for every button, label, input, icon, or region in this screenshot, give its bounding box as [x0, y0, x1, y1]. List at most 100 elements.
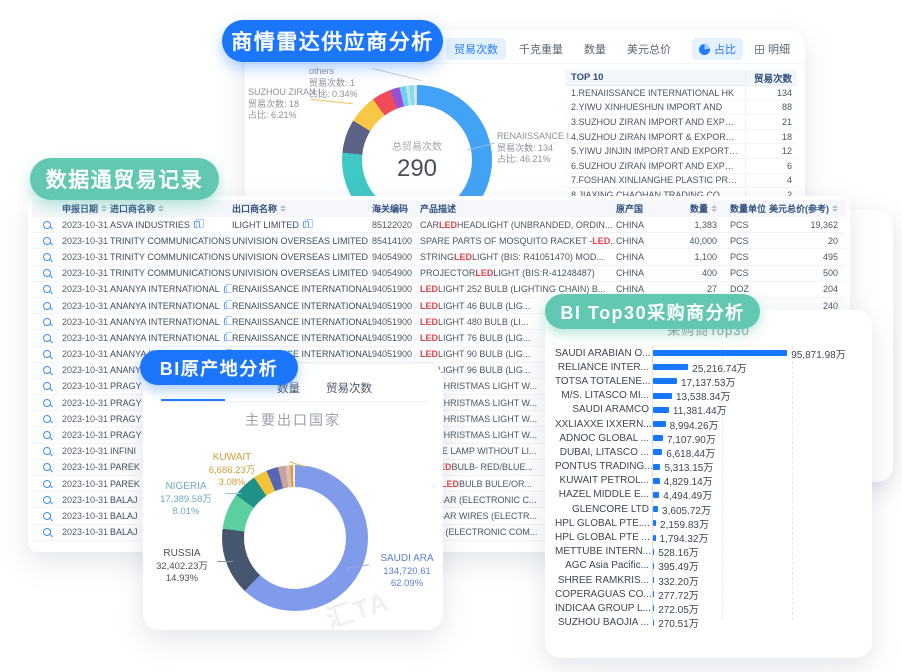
column-header-c2[interactable]: 进口商名称 — [110, 200, 232, 217]
bar-value: 270.51万 — [658, 615, 699, 630]
row-detail-search-icon[interactable] — [43, 463, 51, 471]
tab-trade-count[interactable]: 贸易次数 — [446, 38, 506, 60]
cell-importer: ANANYA INTERNATIONAL — [110, 298, 232, 313]
table-row[interactable]: 2023-10-31ASVA INDUSTRIESILIGHT LIMITED8… — [32, 217, 846, 233]
table-row[interactable]: 2023-10-31TRINITY COMMUNICATIONSUNIVISIO… — [32, 233, 846, 249]
copy-icon[interactable] — [224, 318, 227, 325]
table-row[interactable]: 2023-10-31TRINITY COMMUNICATIONSUNIVISIO… — [32, 249, 846, 265]
row-detail-search-icon[interactable] — [43, 285, 51, 293]
cell-origin-country: CHINA — [616, 249, 662, 264]
bar[interactable] — [653, 492, 659, 498]
column-header-c3[interactable]: 出口商名称 — [232, 200, 372, 217]
bar[interactable] — [653, 407, 669, 413]
bar-row: METTUBE INTERN...528.16万 — [555, 545, 864, 559]
sort-icon[interactable] — [711, 205, 717, 212]
row-detail-search-icon[interactable] — [43, 382, 51, 390]
origin-analysis-panel: 数量 贸易次数 主要出口国家 KUWAIT 6,686.23万 3.08% NI… — [143, 364, 443, 630]
copy-icon[interactable] — [224, 334, 227, 341]
bar[interactable] — [653, 577, 654, 583]
bar[interactable] — [653, 464, 660, 470]
tab-quantity[interactable]: 数量 — [576, 38, 614, 60]
bar-row: HPL GLOBAL PTE ...1,794.32万 — [555, 530, 864, 544]
row-detail-search-icon[interactable] — [43, 496, 51, 504]
bar-value: 528.16万 — [658, 544, 699, 559]
bar[interactable] — [653, 506, 658, 512]
row-detail-search-icon[interactable] — [43, 512, 51, 520]
bar[interactable] — [653, 549, 654, 555]
trade-table-header: 申报日期进口商名称出口商名称海关编码产品描述原产国数量数量单位美元总价(参考) — [32, 200, 846, 217]
copy-icon[interactable] — [303, 221, 309, 228]
bar[interactable] — [653, 449, 662, 455]
column-header-c7[interactable]: 数量 — [662, 200, 722, 217]
badge-origin-analysis: BI原产地分析 — [140, 350, 298, 385]
bar[interactable] — [653, 393, 672, 399]
row-detail-search-icon[interactable] — [43, 399, 51, 407]
tab-kg-weight[interactable]: 千克重量 — [511, 38, 571, 60]
tab-detail[interactable]: 明细 — [748, 38, 797, 60]
row-detail-search-icon[interactable] — [43, 415, 51, 423]
bar[interactable] — [653, 378, 677, 384]
origin-tab-trade-count[interactable]: 贸易次数 — [326, 376, 372, 401]
column-header-c1[interactable]: 申报日期 — [62, 200, 110, 217]
bar[interactable] — [653, 605, 654, 611]
bar[interactable] — [653, 364, 688, 370]
top10-row-name: 4.SUZHOU ZIRAN IMPORT & EXPORT CO.LTD — [565, 132, 745, 142]
row-detail-search-icon[interactable] — [43, 350, 51, 358]
cell-importer: TRINITY COMMUNICATIONS — [110, 233, 232, 248]
sort-icon[interactable] — [101, 205, 107, 212]
copy-icon[interactable] — [224, 286, 227, 293]
bar[interactable] — [653, 591, 654, 597]
cell-exporter: UNIVISION OVERSEAS LIMITED — [232, 266, 372, 281]
row-detail-search-icon[interactable] — [43, 221, 51, 229]
pie-icon — [699, 44, 710, 55]
bar[interactable] — [653, 478, 660, 484]
tab-proportion[interactable]: 占比 — [692, 38, 743, 60]
copy-icon[interactable] — [194, 221, 200, 228]
top30-chart: SAUDI ARABIAN O...95,871.98万RELIANCE INT… — [555, 346, 864, 644]
bar[interactable] — [653, 563, 654, 569]
column-header-c4: 海关编码 — [372, 200, 420, 217]
row-detail-search-icon[interactable] — [43, 302, 51, 310]
sort-icon[interactable] — [832, 205, 838, 212]
row-detail-search-icon[interactable] — [43, 253, 51, 261]
sort-icon[interactable] — [158, 205, 164, 212]
cell-unit: PCS — [722, 217, 767, 232]
donut-center-label: 总贸易次数 — [392, 138, 442, 153]
cell-importer: ANANYA INTERNATIONAL — [110, 282, 232, 297]
bar-label: KUWAIT PETROL... — [555, 475, 652, 486]
row-detail-search-icon[interactable] — [43, 431, 51, 439]
row-detail-search-icon[interactable] — [43, 269, 51, 277]
bar[interactable] — [653, 421, 666, 427]
cell-exporter: RENAIISSANCE INTERNATIONAL HK — [232, 314, 372, 329]
bar[interactable] — [653, 350, 787, 356]
bar-label: HPL GLOBAL PTE ... — [555, 532, 652, 543]
cell-date: 2023-10-31 — [62, 492, 110, 507]
bar[interactable] — [653, 620, 654, 626]
column-header-c5: 产品描述 — [420, 200, 616, 217]
bar-label: SAUDI ARABIAN O... — [555, 348, 652, 359]
copy-icon[interactable] — [224, 302, 227, 309]
cell-unit: PCS — [722, 249, 767, 264]
row-detail-search-icon[interactable] — [43, 480, 51, 488]
row-detail-search-icon[interactable] — [43, 528, 51, 536]
row-detail-search-icon[interactable] — [43, 334, 51, 342]
cell-product: SPARE PARTS OF MOSQUITO RACKET - LED ... — [420, 233, 616, 248]
bar[interactable] — [653, 435, 663, 441]
cell-hs-code: 85414100 — [372, 233, 420, 248]
row-detail-search-icon[interactable] — [43, 366, 51, 374]
row-detail-search-icon[interactable] — [43, 318, 51, 326]
header-search-column — [32, 200, 62, 217]
tab-usd-total[interactable]: 美元总价 — [619, 38, 679, 60]
table-row[interactable]: 2023-10-31TRINITY COMMUNICATIONSUNIVISIO… — [32, 266, 846, 282]
sort-icon[interactable] — [280, 205, 286, 212]
cell-hs-code: 85122020 — [372, 217, 420, 232]
row-detail-search-icon[interactable] — [43, 447, 51, 455]
cell-unit: PCS — [722, 233, 767, 248]
cell-search — [32, 347, 62, 362]
top10-table: TOP 10 贸易次数 1.RENAIISSANCE INTERNATIONAL… — [565, 70, 797, 203]
bar[interactable] — [653, 535, 656, 541]
bar-value: 277.72万 — [658, 587, 699, 602]
row-detail-search-icon[interactable] — [43, 237, 51, 245]
bar[interactable] — [653, 520, 656, 526]
column-header-c9[interactable]: 美元总价(参考) — [767, 200, 843, 217]
